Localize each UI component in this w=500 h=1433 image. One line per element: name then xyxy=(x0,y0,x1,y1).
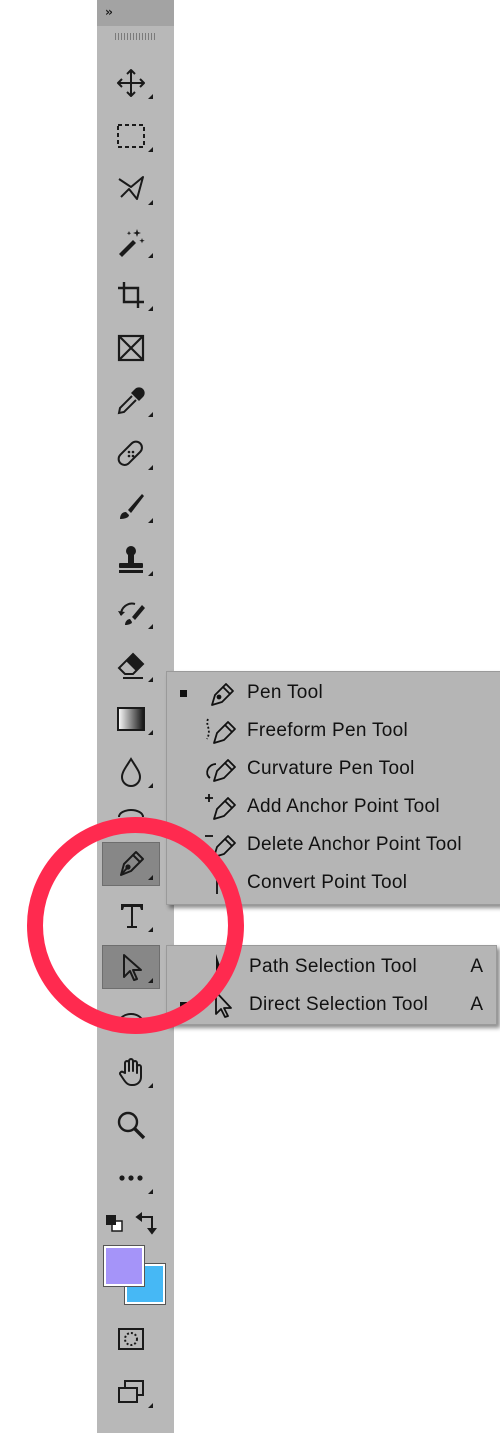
magic-wand-icon xyxy=(119,229,145,257)
frame-tool[interactable] xyxy=(102,326,160,370)
blur-icon xyxy=(120,757,142,787)
menu-item-label: Freeform Pen Tool xyxy=(247,720,409,741)
swap-arrows-icon xyxy=(135,1212,157,1235)
menu-item-label: Pen Tool xyxy=(247,682,323,703)
add-anchor-point-icon xyxy=(205,794,236,820)
quick-mask-icon xyxy=(118,1328,144,1350)
menu-item-pen-tool[interactable]: Pen Tool xyxy=(167,674,500,712)
move-icon xyxy=(117,69,145,97)
eraser-icon xyxy=(117,652,145,679)
crop-tool[interactable] xyxy=(102,273,160,317)
screen-mode-icon xyxy=(118,1380,144,1403)
default-colors-button[interactable] xyxy=(105,1214,123,1232)
quick-mask-tool[interactable] xyxy=(102,1317,160,1361)
menu-item-freeform-pen-tool[interactable]: Freeform Pen Tool xyxy=(167,712,500,750)
gradient-icon xyxy=(117,707,145,731)
history-brush-icon xyxy=(118,602,145,625)
swap-colors-button[interactable] xyxy=(135,1211,159,1235)
menu-item-label: Delete Anchor Point Tool xyxy=(247,834,462,855)
double-chevron-icon: ›› xyxy=(105,5,113,19)
brush-tool[interactable] xyxy=(102,485,160,529)
selected-indicator xyxy=(180,690,187,697)
freeform-pen-icon xyxy=(206,718,236,744)
lasso-icon xyxy=(118,176,144,200)
clone-stamp-icon xyxy=(119,546,143,573)
menu-item-curvature-pen-tool[interactable]: Curvature Pen Tool xyxy=(167,750,500,788)
menu-item-label: Add Anchor Point Tool xyxy=(247,796,440,817)
clone-stamp-tool[interactable] xyxy=(102,538,160,582)
menu-item-add-anchor-point-tool[interactable]: Add Anchor Point Tool xyxy=(167,788,500,826)
shortcut-key: A xyxy=(470,994,483,1015)
lasso-tool[interactable] xyxy=(102,167,160,211)
curvature-pen-icon xyxy=(206,759,236,782)
screen-mode-tool[interactable] xyxy=(102,1370,160,1414)
healing-brush-icon xyxy=(117,440,143,466)
magic-wand-tool[interactable] xyxy=(102,220,160,264)
tools-panel: ›› xyxy=(97,0,174,1433)
history-brush-tool[interactable] xyxy=(102,591,160,635)
move-tool[interactable] xyxy=(102,61,160,105)
spot-healing-brush-tool[interactable] xyxy=(102,432,160,476)
gradient-tool[interactable] xyxy=(102,697,160,741)
default-colors-icon xyxy=(106,1215,123,1232)
zoom-tool[interactable] xyxy=(102,1103,160,1147)
eyedropper-tool[interactable] xyxy=(102,379,160,423)
eyedropper-icon xyxy=(117,387,145,415)
brush-icon xyxy=(120,494,144,519)
collapse-panel-button[interactable]: ›› xyxy=(97,0,174,26)
edit-toolbar-button[interactable] xyxy=(102,1156,160,1200)
menu-item-label: Convert Point Tool xyxy=(247,872,408,893)
menu-item-label: Path Selection Tool xyxy=(249,956,418,977)
menu-item-label: Direct Selection Tool xyxy=(249,994,429,1015)
highlight-circle-annotation xyxy=(27,817,244,1034)
eraser-tool[interactable] xyxy=(102,644,160,688)
shortcut-key: A xyxy=(470,956,483,977)
pen-icon xyxy=(211,683,234,706)
rectangular-marquee-tool[interactable] xyxy=(102,114,160,158)
blur-tool[interactable] xyxy=(102,750,160,794)
menu-item-label: Curvature Pen Tool xyxy=(247,758,415,779)
rectangular-marquee-icon xyxy=(117,124,145,148)
zoom-icon xyxy=(117,1111,146,1140)
frame-icon xyxy=(117,334,145,362)
hand-tool[interactable] xyxy=(102,1050,160,1094)
panel-grip[interactable] xyxy=(115,33,155,40)
hand-icon xyxy=(119,1058,142,1086)
foreground-color-swatch[interactable] xyxy=(104,1246,144,1286)
more-tools-icon xyxy=(119,1175,143,1181)
crop-icon xyxy=(118,282,144,308)
